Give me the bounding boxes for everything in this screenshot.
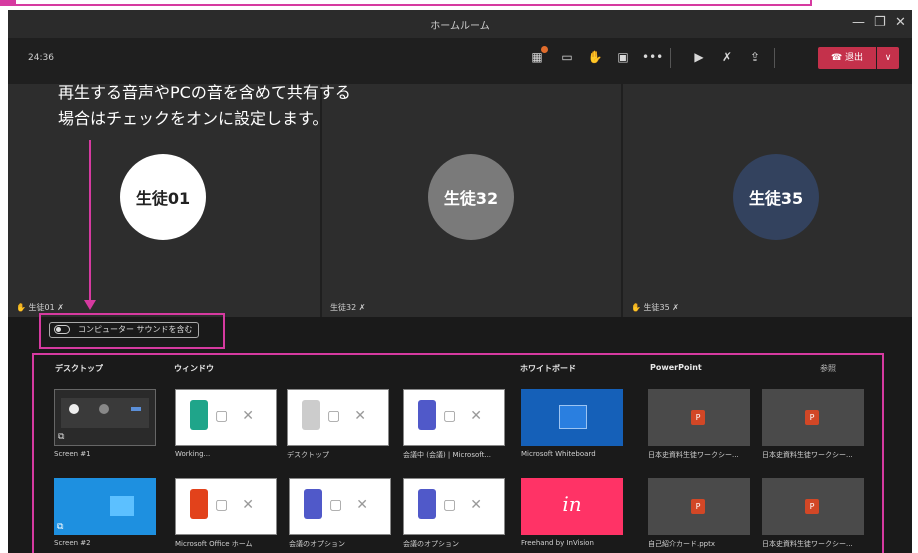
share-screen-1[interactable]: ⧉ (54, 389, 156, 446)
teams-icon (418, 489, 436, 519)
item-caption: 日本史資料生徒ワークシー... (762, 540, 853, 548)
category-powerpoint: PowerPoint (650, 363, 702, 372)
participant-name: ✋ 生徒01 ✗ (16, 303, 64, 312)
participant-tile-3[interactable]: 生徒35 ✋ 生徒35 ✗ (623, 84, 912, 317)
app-icon: Working... (190, 400, 208, 430)
share-window-working[interactable]: Working... ▢✕ (175, 389, 277, 446)
browse-link[interactable]: 参照 (820, 363, 836, 374)
teams-icon (418, 400, 436, 430)
powerpoint-icon: P (805, 410, 819, 425)
share-window-meeting-chat[interactable]: ▢✕ (403, 389, 505, 446)
avatar: 生徒01 (120, 154, 206, 240)
screen-preview (61, 398, 149, 428)
share-icon[interactable]: ⇪ (746, 49, 764, 65)
participants-icon[interactable]: ▦ (528, 46, 548, 65)
invision-logo-icon: in (562, 492, 582, 516)
meeting-timer: 24:36 (28, 53, 54, 63)
minimize-icon[interactable]: — (852, 15, 865, 30)
avatar: 生徒35 (733, 154, 819, 240)
item-caption: Screen #2 (54, 539, 91, 547)
preview-dot (69, 404, 79, 414)
whiteboard-icon (559, 405, 587, 429)
rooms-icon[interactable]: ▣ (614, 49, 632, 65)
share-freehand[interactable]: in (521, 478, 623, 535)
item-caption: 会議中 (会議) | Microsoft... (403, 451, 492, 459)
monitor-icon: ⧉ (57, 522, 64, 532)
share-ppt-3[interactable]: P (648, 478, 750, 535)
window-controls: ▢✕ (215, 408, 268, 424)
item-caption: デスクトップ (287, 451, 329, 459)
windows-logo-icon (110, 496, 134, 516)
more-icon[interactable]: ••• (642, 49, 663, 65)
share-window-office-home[interactable]: ▢✕ (175, 478, 277, 535)
annotation-frame-box (0, 0, 812, 6)
powerpoint-icon: P (691, 410, 705, 425)
app-icon (302, 400, 320, 430)
share-ppt-1[interactable]: P (648, 389, 750, 446)
annotation-line-1: 再生する音声やPCの音を含めて共有する (58, 83, 351, 102)
include-sound-label: コンピューター サウンドを含む (78, 325, 193, 334)
item-caption: 日本史資料生徒ワークシー... (648, 451, 739, 459)
annotation-frame (0, 0, 918, 10)
preview-dot (99, 404, 109, 414)
participant-name: ✋ 生徒35 ✗ (631, 303, 679, 312)
share-ppt-4[interactable]: P (762, 478, 864, 535)
item-caption: 日本史資料生徒ワークシー... (762, 451, 853, 459)
category-whiteboard: ホワイトボード (520, 364, 576, 373)
annotation-arrow (89, 140, 91, 302)
leave-button[interactable]: ☎ 退出 (818, 47, 876, 69)
powerpoint-icon: P (691, 499, 705, 514)
chat-icon[interactable]: ▭ (558, 49, 576, 65)
preview-bar (131, 407, 141, 411)
include-sound-toggle[interactable]: コンピューター サウンドを含む (49, 322, 199, 338)
participant-tile-2[interactable]: 生徒32 生徒32 ✗ (322, 84, 621, 317)
item-caption: 自己紹介カード.pptx (648, 540, 715, 548)
share-window-meeting-options-2[interactable]: ▢✕ (403, 478, 505, 535)
item-caption: Working... (175, 450, 211, 458)
window-title: ホームルーム (430, 21, 490, 32)
share-whiteboard[interactable] (521, 389, 623, 446)
share-screen-2[interactable]: ⧉ (54, 478, 156, 535)
window-controls: ▢✕ (329, 497, 382, 513)
item-caption: Screen #1 (54, 450, 91, 458)
participant-name: 生徒32 ✗ (330, 303, 366, 312)
category-desktop: デスクトップ (55, 364, 103, 373)
share-window-desktop[interactable]: ▢✕ (287, 389, 389, 446)
item-caption: Freehand by InVision (521, 539, 594, 547)
annotation-text: 再生する音声やPCの音を含めて共有する 場合はチェックをオンに設定します。 (58, 80, 351, 132)
restore-icon[interactable]: ❐ (874, 15, 886, 30)
camera-off-icon[interactable]: ▶ (690, 49, 708, 65)
monitor-icon: ⧉ (58, 432, 65, 442)
meeting-toolbar: 24:36 ▦ ▭ ✋ ▣ ••• ▶ ✗ ⇪ ☎ 退出 ∨ (8, 38, 912, 78)
item-caption: Microsoft Office ホーム (175, 540, 253, 548)
toolbar-separator (670, 48, 671, 68)
leave-dropdown-button[interactable]: ∨ (877, 47, 899, 69)
item-caption: 会議のオプション (403, 540, 459, 548)
close-icon[interactable]: ✕ (895, 15, 906, 30)
teams-icon (304, 489, 322, 519)
avatar: 生徒32 (428, 154, 514, 240)
window-controls: ▢✕ (443, 408, 496, 424)
window-controls: ▢✕ (443, 497, 496, 513)
notification-dot (541, 46, 548, 53)
title-bar: ホームルーム — ❐ ✕ (8, 10, 912, 38)
annotation-arrow-head (84, 300, 96, 310)
share-window-meeting-options-1[interactable]: ▢✕ (289, 478, 391, 535)
window-controls: ▢✕ (327, 408, 380, 424)
category-window: ウィンドウ (174, 364, 214, 373)
office-icon (190, 489, 208, 519)
window-controls: ▢✕ (215, 497, 268, 513)
raise-hand-icon[interactable]: ✋ (586, 49, 604, 65)
toolbar-separator (774, 48, 775, 68)
share-ppt-2[interactable]: P (762, 389, 864, 446)
item-caption: Microsoft Whiteboard (521, 450, 596, 458)
powerpoint-icon: P (805, 499, 819, 514)
item-caption: 会議のオプション (289, 540, 345, 548)
mic-off-icon[interactable]: ✗ (718, 49, 736, 65)
leave-label: 退出 (845, 53, 864, 63)
annotation-frame-tag (0, 0, 16, 6)
annotation-line-2: 場合はチェックをオンに設定します。 (58, 109, 329, 128)
toggle-switch-icon[interactable] (54, 325, 70, 334)
